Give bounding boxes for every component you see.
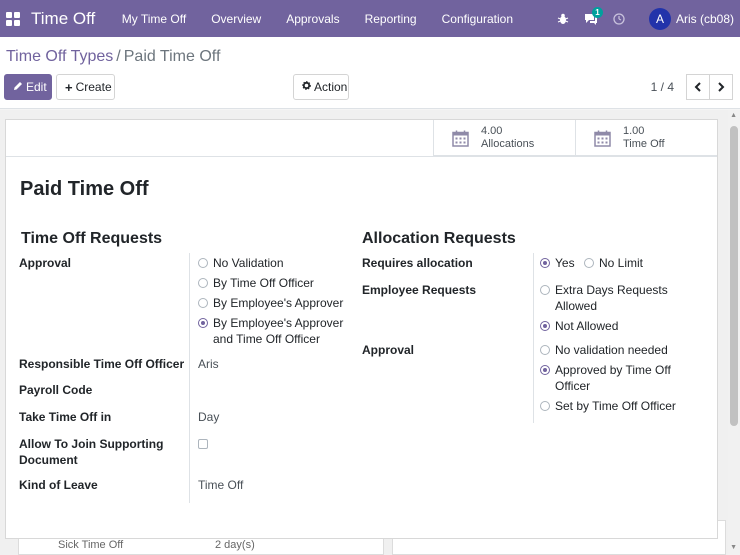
avatar[interactable]: A: [648, 7, 671, 30]
scrollbar-thumb[interactable]: [730, 126, 738, 426]
time-off-value: 1.00: [623, 125, 645, 137]
radio-button-selected[interactable]: [540, 365, 550, 375]
top-navbar: Time Off My Time Off Overview Approvals …: [0, 0, 740, 37]
menu-configuration[interactable]: Configuration: [429, 12, 525, 26]
requires-allocation-label: Requires allocation: [362, 256, 473, 270]
breadcrumb-current: Paid Time Off: [123, 48, 221, 65]
allow-supporting-document-checkbox[interactable]: [198, 439, 208, 449]
allocation-approval-set-by-officer[interactable]: Set by Time Off Officer: [540, 398, 676, 414]
responsible-officer-value[interactable]: Aris: [198, 356, 219, 372]
time-off-label: Time Off: [623, 138, 665, 150]
allocation-approval-label: Approval: [362, 343, 415, 357]
allocation-approval-by-officer[interactable]: Approved by Time Off Officer: [540, 362, 671, 394]
radio-button-selected[interactable]: [540, 321, 550, 331]
pager-previous-button[interactable]: [686, 74, 710, 100]
allocations-label: Allocations: [481, 138, 535, 150]
record-title[interactable]: Paid Time Off: [20, 178, 149, 201]
edit-button-label: Edit: [26, 80, 47, 94]
plus-icon: +: [65, 79, 73, 95]
kind-of-leave-label: Kind of Leave: [19, 478, 98, 492]
action-button[interactable]: Action: [293, 74, 349, 100]
responsible-officer-label: Responsible Time Off Officer: [19, 357, 185, 371]
radio-button[interactable]: [198, 278, 208, 288]
radio-button-selected[interactable]: [198, 318, 208, 328]
menu-my-time-off[interactable]: My Time Off: [109, 12, 198, 26]
allocation-requests-heading: Allocation Requests: [362, 230, 516, 247]
form-sheet: 4.00 Allocations 1.00 Time Off Paid Time…: [5, 119, 718, 539]
background-row-value: 2 day(s): [215, 539, 255, 551]
approval-option-time-off-officer[interactable]: By Time Off Officer: [198, 275, 314, 291]
allocations-value: 4.00: [481, 125, 503, 137]
allocation-approval-no-validation[interactable]: No validation needed: [540, 342, 668, 358]
create-button[interactable]: + Create: [56, 74, 115, 100]
menu-reporting[interactable]: Reporting: [352, 12, 429, 26]
apps-menu-icon[interactable]: [6, 11, 20, 26]
employee-requests-extra-days[interactable]: Extra Days Requests Allowed: [540, 282, 668, 314]
user-name[interactable]: Aris (cb08): [676, 12, 734, 26]
messages-badge: 1: [591, 7, 603, 18]
time-off-stat-button[interactable]: 1.00 Time Off: [575, 120, 717, 156]
bug-icon[interactable]: [553, 0, 573, 37]
activity-clock-icon[interactable]: [609, 0, 629, 37]
kind-of-leave-value[interactable]: Time Off: [198, 477, 243, 493]
action-button-label: Action: [314, 80, 348, 94]
take-time-off-in-label: Take Time Off in: [19, 410, 112, 424]
header-divider: [6, 156, 717, 157]
messages-icon[interactable]: 1: [581, 0, 603, 37]
app-name[interactable]: Time Off: [31, 9, 95, 29]
employee-requests-label: Employee Requests: [362, 283, 477, 297]
chevron-left-icon: [694, 79, 702, 95]
approval-option-employee-approver[interactable]: By Employee's Approver: [198, 295, 343, 311]
scroll-down-arrow-icon[interactable]: ▼: [730, 544, 737, 551]
approval-option-both[interactable]: By Employee's Approver and Time Off Offic…: [198, 315, 343, 347]
allocations-stat-button[interactable]: 4.00 Allocations: [433, 120, 575, 156]
radio-button[interactable]: [584, 258, 594, 268]
radio-button-selected[interactable]: [540, 258, 550, 268]
stat-button-box: 4.00 Allocations 1.00 Time Off: [433, 120, 717, 156]
scroll-up-arrow-icon[interactable]: ▲: [730, 112, 737, 119]
requires-allocation-yes[interactable]: Yes: [540, 255, 575, 271]
left-group-divider: [189, 253, 190, 503]
employee-requests-not-allowed[interactable]: Not Allowed: [540, 318, 618, 334]
payroll-code-label: Payroll Code: [19, 383, 93, 397]
radio-button[interactable]: [540, 345, 550, 355]
radio-button[interactable]: [540, 285, 550, 295]
control-panel: Time Off Types / Paid Time Off Edit + Crea…: [0, 37, 740, 109]
pencil-icon: [13, 81, 23, 94]
edit-button[interactable]: Edit: [4, 74, 52, 100]
allow-supporting-document-label: Allow To Join Supporting Document: [19, 437, 164, 467]
breadcrumb-separator: /: [116, 48, 121, 65]
gear-icon: [302, 81, 311, 93]
calendar-icon: [594, 130, 611, 147]
approval-label: Approval: [19, 256, 72, 270]
take-time-off-in-value[interactable]: Day: [198, 409, 219, 425]
menu-overview[interactable]: Overview: [199, 12, 274, 26]
chevron-right-icon: [717, 79, 725, 95]
background-row-name: Sick Time Off: [58, 539, 124, 551]
create-button-label: Create: [75, 80, 112, 94]
calendar-icon: [452, 130, 469, 147]
requires-allocation-no-limit[interactable]: No Limit: [584, 255, 643, 271]
breadcrumb: Time Off Types / Paid Time Off: [6, 48, 220, 66]
right-group-divider: [533, 253, 534, 423]
pager-value[interactable]: 1 / 4: [651, 80, 674, 94]
time-off-requests-heading: Time Off Requests: [21, 230, 163, 247]
radio-button[interactable]: [198, 258, 208, 268]
approval-option-no-validation[interactable]: No Validation: [198, 255, 284, 271]
radio-button[interactable]: [540, 401, 550, 411]
radio-button[interactable]: [198, 298, 208, 308]
menu-approvals[interactable]: Approvals: [274, 12, 352, 26]
pager-next-button[interactable]: [709, 74, 733, 100]
breadcrumb-parent[interactable]: Time Off Types: [6, 48, 113, 65]
